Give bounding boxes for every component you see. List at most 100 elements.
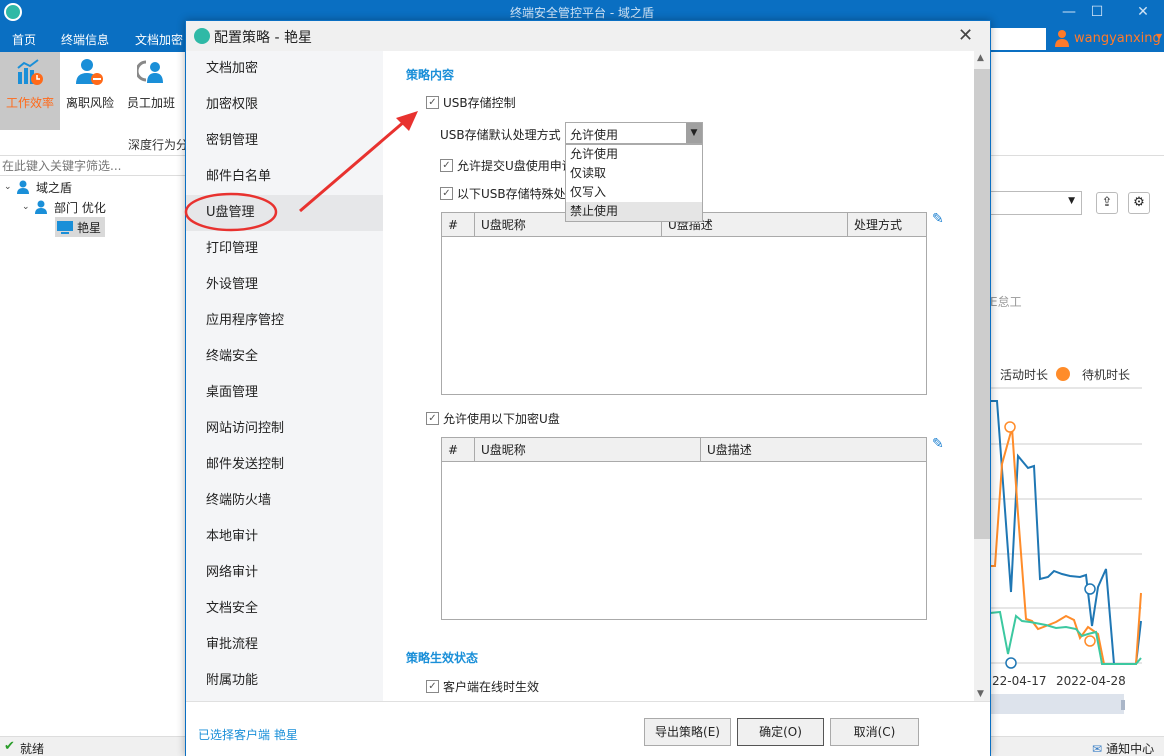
chevron-down-icon[interactable]: ▼ xyxy=(686,123,702,143)
pencil-icon[interactable]: ✎ xyxy=(932,436,946,452)
column-header[interactable]: U盘描述 xyxy=(701,438,928,462)
default-mode-dropdown: 允许使用 仅读取 仅写入 禁止使用 xyxy=(565,144,703,222)
data-point-marker xyxy=(1084,635,1096,647)
shield-icon xyxy=(194,28,210,44)
chevron-down-icon: ▼ xyxy=(1068,196,1075,206)
chevron-down-icon[interactable]: ⌄ xyxy=(4,182,16,192)
close-button[interactable]: ✕ xyxy=(1128,2,1158,22)
resign-risk-icon xyxy=(76,59,103,85)
policy-nav-item[interactable]: 邮件白名单 xyxy=(186,159,383,195)
user-name: wangyanxing xyxy=(1074,31,1161,46)
special-usb-table: # U盘昵称 U盘描述 处理方式 xyxy=(441,212,927,395)
menu-home[interactable]: 首页 xyxy=(12,31,36,48)
policy-nav-item[interactable]: 加密权限 xyxy=(186,87,383,123)
dialog-close-button[interactable]: ✕ xyxy=(958,25,973,46)
checkbox-box[interactable]: ✓ xyxy=(426,680,439,693)
usb-control-checkbox[interactable]: ✓ USB存储控制 xyxy=(426,94,516,111)
chevron-down-icon[interactable]: ⌄ xyxy=(22,202,34,212)
column-header[interactable]: # xyxy=(442,213,475,237)
slider-handle[interactable] xyxy=(1121,700,1125,710)
menu-doc-encrypt[interactable]: 文档加密 xyxy=(135,31,183,48)
x-tick-label: 22-04-17 xyxy=(992,674,1046,688)
policy-nav-item[interactable]: 文档安全 xyxy=(186,591,383,627)
report-panel: ▼ ⇪ ⚙ E怠工 活动时长 待机时长 22-04-17 2022-04-28 xyxy=(990,156,1164,736)
chevron-down-icon: ▼ xyxy=(1156,32,1163,41)
series-other-line xyxy=(990,610,1142,665)
policy-nav-item[interactable]: 邮件发送控制 xyxy=(186,447,383,483)
encrypted-usb-table: # U盘昵称 U盘描述 xyxy=(441,437,927,620)
policy-nav-item[interactable]: U盘管理 xyxy=(186,195,383,231)
policy-nav-item[interactable]: 外设管理 xyxy=(186,267,383,303)
tree-node-client[interactable]: 艳星 xyxy=(55,217,106,237)
ok-button[interactable]: 确定(O) xyxy=(737,718,824,746)
status-text: 就绪 xyxy=(20,742,45,756)
data-point-marker xyxy=(1004,421,1016,433)
checkbox-box[interactable]: ✓ xyxy=(426,96,439,109)
policy-nav-item[interactable]: 终端防火墙 xyxy=(186,483,383,519)
gear-icon[interactable]: ⚙ xyxy=(1128,192,1150,214)
policy-nav-item[interactable]: 应用程序管控 xyxy=(186,303,383,339)
legend-idle[interactable]: 待机时长 xyxy=(1082,366,1130,383)
scrollbar-thumb[interactable] xyxy=(974,69,990,539)
ribbon-overtime-label: 员工加班 xyxy=(126,96,175,110)
dropdown-option[interactable]: 仅写入 xyxy=(566,183,702,202)
app-title: 终端安全管控平台 - 域之盾 xyxy=(510,6,654,20)
report-select[interactable]: ▼ xyxy=(990,191,1082,215)
dropdown-option[interactable]: 允许使用 xyxy=(566,145,702,164)
ribbon-resign-risk-button[interactable]: 离职风险 xyxy=(60,52,120,130)
efficiency-chart-icon xyxy=(17,59,43,85)
notification-center-button[interactable]: ✉ 通知中心 xyxy=(1092,740,1154,756)
policy-nav-item[interactable]: 网络审计 xyxy=(186,555,383,591)
checkbox-label: 客户端在线时生效 xyxy=(443,680,540,694)
selected-client-label: 已选择客户端 艳星 xyxy=(198,728,298,742)
export-policy-button[interactable]: 导出策略(E) xyxy=(644,718,731,746)
policy-nav-item[interactable]: 打印管理 xyxy=(186,231,383,267)
dropdown-option[interactable]: 禁止使用 xyxy=(566,202,702,221)
dropdown-option[interactable]: 仅读取 xyxy=(566,164,702,183)
tree-node-label: 艳星 xyxy=(77,220,102,235)
column-header[interactable]: U盘昵称 xyxy=(475,438,701,462)
ribbon-overtime-button[interactable]: 员工加班 xyxy=(121,52,181,130)
dialog-header: 配置策略 - 艳星 ✕ xyxy=(186,21,990,51)
policy-nav-item[interactable]: 附属功能 xyxy=(186,663,383,699)
online-effective-checkbox[interactable]: ✓ 客户端在线时生效 xyxy=(426,678,539,695)
column-header[interactable]: # xyxy=(442,438,475,462)
policy-nav-item[interactable]: 审批流程 xyxy=(186,627,383,663)
tree-filter-input[interactable] xyxy=(0,156,186,176)
chevron-down-icon[interactable]: ▼ xyxy=(977,689,984,699)
checkbox-box[interactable]: ✓ xyxy=(440,159,453,172)
policy-nav-item[interactable]: 桌面管理 xyxy=(186,375,383,411)
policy-nav-item[interactable]: 终端安全 xyxy=(186,339,383,375)
policy-nav-item[interactable]: 文档加密 xyxy=(186,51,383,87)
chevron-up-icon[interactable]: ▲ xyxy=(977,53,984,63)
table-header: # U盘昵称 U盘描述 xyxy=(442,438,926,462)
tree-node-domain[interactable]: ⌄ 域之盾 xyxy=(4,177,72,197)
dialog-scrollbar[interactable]: ▲ ▼ xyxy=(974,51,990,701)
dialog-footer: 已选择客户端 艳星 导出策略(E) 确定(O) 取消(C) xyxy=(186,701,990,756)
legend-active[interactable]: 活动时长 xyxy=(1000,366,1048,383)
export-icon[interactable]: ⇪ xyxy=(1096,192,1118,214)
policy-nav-item[interactable]: 网站访问控制 xyxy=(186,411,383,447)
cancel-button[interactable]: 取消(C) xyxy=(830,718,919,746)
tree-node-department[interactable]: ⌄ 部门 优化 xyxy=(22,197,106,217)
user-menu[interactable]: wangyanxing ▼ xyxy=(1046,26,1164,52)
chart-zoom-slider[interactable] xyxy=(990,694,1124,714)
menu-search-strip xyxy=(990,28,1046,50)
checkbox-box[interactable]: ✓ xyxy=(440,187,453,200)
special-usb-checkbox[interactable]: ✓ 以下USB存储特殊处理 xyxy=(440,185,578,202)
mail-icon: ✉ xyxy=(1092,742,1103,756)
checkbox-box[interactable]: ✓ xyxy=(426,412,439,425)
minimize-button[interactable]: — xyxy=(1054,2,1084,22)
ribbon-efficiency-button[interactable]: 工作效率 xyxy=(0,52,60,130)
maximize-button[interactable]: ☐ xyxy=(1082,2,1112,22)
allow-apply-checkbox[interactable]: ✓ 允许提交U盘使用申请 xyxy=(440,157,574,174)
pencil-icon[interactable]: ✎ xyxy=(932,211,946,227)
allow-encrypted-usb-checkbox[interactable]: ✓ 允许使用以下加密U盘 xyxy=(426,410,560,427)
default-mode-select[interactable]: 允许使用 ▼ xyxy=(565,122,703,144)
ribbon-resign-risk-label: 离职风险 xyxy=(65,96,114,110)
tree-node-label: 域之盾 xyxy=(36,180,73,195)
policy-nav-item[interactable]: 密钥管理 xyxy=(186,123,383,159)
policy-nav-item[interactable]: 本地审计 xyxy=(186,519,383,555)
menu-terminal-info[interactable]: 终端信息 xyxy=(61,31,109,48)
column-header[interactable]: 处理方式 xyxy=(848,213,928,237)
